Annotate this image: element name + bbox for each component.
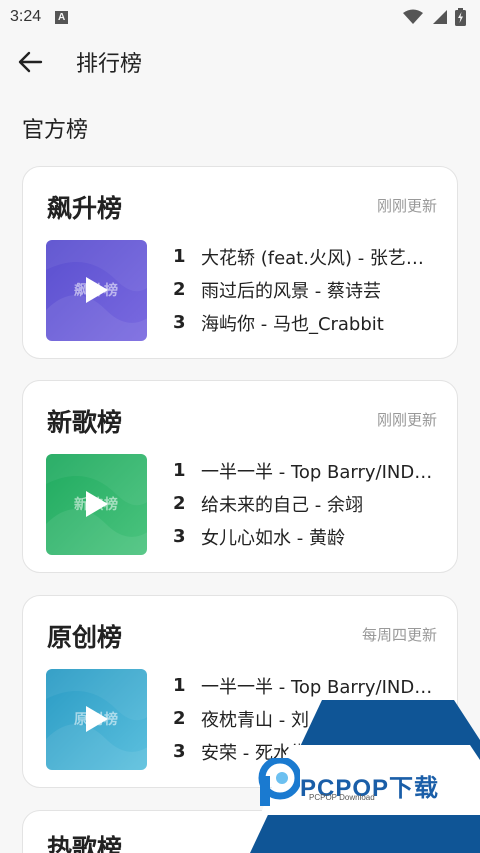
track-rank: 2 — [173, 279, 186, 300]
chart-card-original[interactable]: 原创榜 每周四更新 原创榜 1 一半一半 - Top Barry/IND… 2 … — [22, 595, 458, 788]
status-bar: 3:24 A — [0, 0, 480, 34]
track-row[interactable]: 1 一半一半 - Top Barry/IND… — [173, 454, 443, 487]
track-rank: 1 — [173, 246, 186, 267]
track-row[interactable]: 1 大花轿 (feat.火风) - 张艺… — [173, 240, 443, 273]
track-title: 大花轿 (feat.火风) - 张艺… — [201, 247, 424, 269]
chart-card-new-songs[interactable]: 新歌榜 刚刚更新 新歌榜 1 一半一半 - Top Barry/IND… 2 给… — [22, 380, 458, 573]
app-bar: 排行榜 — [0, 34, 480, 90]
track-rank: 1 — [173, 460, 186, 481]
chart-cover[interactable]: 新歌榜 — [46, 454, 147, 555]
section-title: 官方榜 — [22, 118, 89, 143]
chart-update-time: 每周四更新 — [361, 626, 437, 644]
track-list: 1 大花轿 (feat.火风) - 张艺… 2 雨过后的风景 - 蔡诗芸 3 海… — [173, 240, 443, 339]
chart-card-soaring[interactable]: 飙升榜 刚刚更新 飙升榜 1 大花轿 (feat.火风) - 张艺… 2 雨过后… — [22, 166, 458, 359]
track-rank: 3 — [173, 312, 186, 333]
track-rank: 2 — [173, 493, 186, 514]
track-title: 夜枕青山 - 刘 — [201, 709, 309, 731]
back-button[interactable] — [0, 34, 60, 90]
chart-title: 原创榜 — [47, 623, 123, 652]
track-row[interactable]: 3 海屿你 - 马也_Crabbit — [173, 306, 443, 339]
track-row[interactable]: 2 给未来的自己 - 余翊 — [173, 487, 443, 520]
track-title: 女儿心如水 - 黄龄 — [201, 527, 345, 549]
play-icon — [86, 706, 108, 732]
track-title: 一半一半 - Top Barry/IND… — [201, 461, 433, 483]
track-title: 海屿你 - 马也_Crabbit — [201, 313, 384, 335]
track-title: 一半一半 - Top Barry/IND… — [201, 676, 433, 698]
chart-title: 飙升榜 — [47, 194, 123, 223]
track-list: 1 一半一半 - Top Barry/IND… 2 夜枕青山 - 刘 3 安荣 … — [173, 669, 443, 768]
track-row[interactable]: 3 女儿心如水 - 黄龄 — [173, 520, 443, 553]
track-list: 1 一半一半 - Top Barry/IND… 2 给未来的自己 - 余翊 3 … — [173, 454, 443, 553]
status-time: 3:24 — [10, 8, 42, 25]
status-icons — [403, 8, 466, 26]
track-rank: 3 — [173, 741, 186, 762]
arrow-left-icon — [18, 51, 43, 73]
page-title: 排行榜 — [76, 52, 143, 77]
wifi-icon — [403, 9, 423, 24]
chart-title: 热歌榜 — [47, 834, 123, 853]
track-row[interactable]: 2 夜枕青山 - 刘 — [173, 702, 443, 735]
track-row[interactable]: 3 安荣 - 死水微澜乐 — [173, 735, 443, 768]
track-title: 给未来的自己 - 余翊 — [201, 494, 363, 516]
track-rank: 3 — [173, 526, 186, 547]
chart-card-hot-songs[interactable]: 热歌榜 更新12日 — [22, 810, 458, 853]
signal-icon — [433, 10, 447, 24]
chart-cover[interactable]: 飙升榜 — [46, 240, 147, 341]
chart-title: 新歌榜 — [47, 408, 123, 437]
play-icon — [86, 277, 108, 303]
track-row[interactable]: 2 雨过后的风景 - 蔡诗芸 — [173, 273, 443, 306]
chart-update-time: 刚刚更新 — [376, 411, 437, 429]
track-rank: 2 — [173, 708, 186, 729]
track-title: 雨过后的风景 - 蔡诗芸 — [201, 280, 381, 302]
watermark-subtext: PCPOP Download — [309, 793, 375, 802]
notification-a-icon: A — [55, 10, 69, 24]
chart-update-time: 刚刚更新 — [376, 197, 437, 215]
chart-cover[interactable]: 原创榜 — [46, 669, 147, 770]
track-row[interactable]: 1 一半一半 - Top Barry/IND… — [173, 669, 443, 702]
battery-icon — [455, 8, 466, 26]
chart-update-time: 更新12日 — [372, 839, 437, 853]
pcpop-logo-icon — [258, 758, 300, 806]
track-rank: 1 — [173, 675, 186, 696]
play-icon — [86, 491, 108, 517]
